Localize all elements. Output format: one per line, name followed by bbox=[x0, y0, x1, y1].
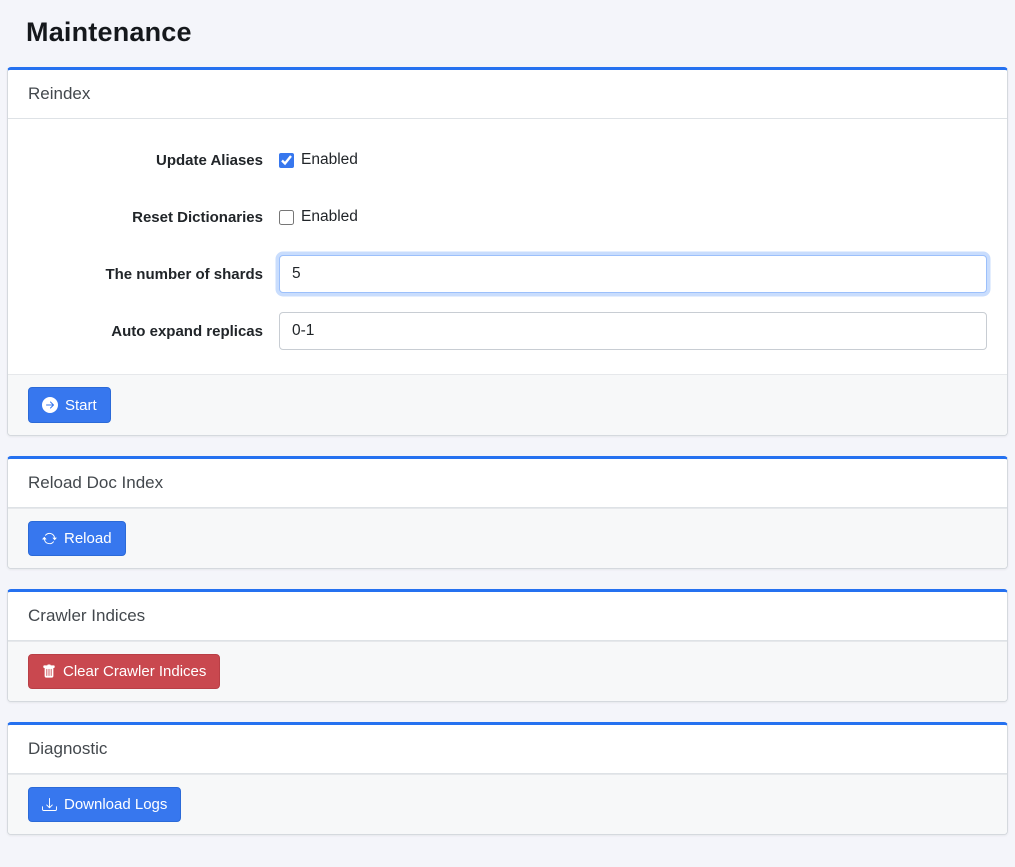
diagnostic-card-header: Diagnostic bbox=[8, 725, 1007, 774]
reindex-card-header: Reindex bbox=[8, 70, 1007, 119]
crawler-indices-card-header: Crawler Indices bbox=[8, 592, 1007, 641]
reset-dictionaries-label: Reset Dictionaries bbox=[28, 209, 263, 226]
auto-expand-replicas-label: Auto expand replicas bbox=[28, 323, 263, 340]
maintenance-page: Maintenance Reindex Update Aliases Enabl… bbox=[0, 0, 1015, 867]
number-of-shards-input[interactable] bbox=[279, 255, 987, 293]
reload-doc-index-card-header: Reload Doc Index bbox=[8, 459, 1007, 508]
reindex-card-body: Update Aliases Enabled Reset Dictionarie… bbox=[8, 119, 1007, 374]
reset-dictionaries-checkbox-group[interactable]: Enabled bbox=[279, 208, 358, 226]
start-button-label: Start bbox=[65, 398, 97, 413]
download-logs-button-label: Download Logs bbox=[64, 797, 167, 812]
reindex-card-footer: Start bbox=[8, 374, 1007, 435]
reset-dictionaries-checkbox-text: Enabled bbox=[301, 208, 358, 226]
number-of-shards-row: The number of shards bbox=[28, 255, 987, 293]
reset-dictionaries-checkbox[interactable] bbox=[279, 210, 294, 225]
clear-crawler-indices-button[interactable]: Clear Crawler Indices bbox=[28, 654, 220, 689]
download-icon bbox=[42, 797, 57, 812]
auto-expand-replicas-row: Auto expand replicas bbox=[28, 312, 987, 350]
reload-doc-index-card-footer: Reload bbox=[8, 508, 1007, 568]
update-aliases-checkbox[interactable] bbox=[279, 153, 294, 168]
diagnostic-card-title: Diagnostic bbox=[28, 739, 107, 758]
reload-button[interactable]: Reload bbox=[28, 521, 126, 556]
crawler-indices-card-title: Crawler Indices bbox=[28, 606, 145, 625]
update-aliases-row: Update Aliases Enabled bbox=[28, 141, 987, 179]
sync-icon bbox=[42, 531, 57, 546]
reload-doc-index-card-title: Reload Doc Index bbox=[28, 473, 163, 492]
diagnostic-card-footer: Download Logs bbox=[8, 774, 1007, 834]
start-button[interactable]: Start bbox=[28, 387, 111, 423]
reindex-card-title: Reindex bbox=[28, 84, 90, 103]
crawler-indices-card-footer: Clear Crawler Indices bbox=[8, 641, 1007, 701]
trash-icon bbox=[42, 664, 56, 679]
page-title: Maintenance bbox=[7, 0, 1008, 67]
update-aliases-checkbox-group[interactable]: Enabled bbox=[279, 151, 358, 169]
auto-expand-replicas-input[interactable] bbox=[279, 312, 987, 350]
number-of-shards-label: The number of shards bbox=[28, 266, 263, 283]
download-logs-button[interactable]: Download Logs bbox=[28, 787, 181, 822]
reload-button-label: Reload bbox=[64, 531, 112, 546]
reload-doc-index-card: Reload Doc Index Reload bbox=[7, 456, 1008, 569]
update-aliases-checkbox-text: Enabled bbox=[301, 151, 358, 169]
reset-dictionaries-row: Reset Dictionaries Enabled bbox=[28, 198, 987, 236]
crawler-indices-card: Crawler Indices Clear Crawler Indices bbox=[7, 589, 1008, 702]
reindex-card: Reindex Update Aliases Enabled Reset Dic… bbox=[7, 67, 1008, 436]
clear-crawler-indices-button-label: Clear Crawler Indices bbox=[63, 664, 206, 679]
arrow-right-circle-icon bbox=[42, 397, 58, 413]
diagnostic-card: Diagnostic Download Logs bbox=[7, 722, 1008, 835]
update-aliases-label: Update Aliases bbox=[28, 152, 263, 169]
